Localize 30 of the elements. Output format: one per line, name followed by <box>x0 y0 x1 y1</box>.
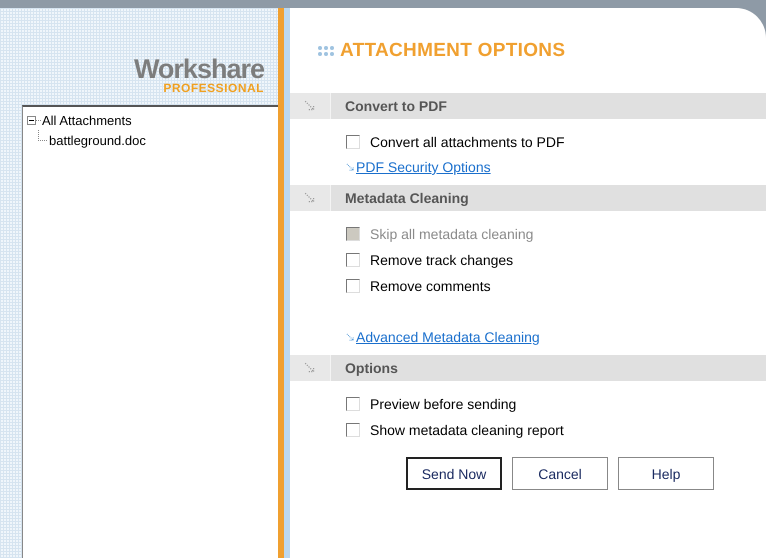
checkbox[interactable] <box>346 135 360 149</box>
section-header: Options <box>344 359 398 378</box>
arrow-icon <box>346 332 355 342</box>
logo: Workshare PROFESSIONAL <box>132 53 265 97</box>
dots-icon <box>318 46 334 56</box>
tree-item[interactable]: battleground.doc <box>49 132 146 148</box>
arrow-icon <box>304 100 316 112</box>
checkbox-label: Preview before sending <box>370 396 516 412</box>
checkbox-label: Convert all attachments to PDF <box>370 134 565 150</box>
checkbox-label: Remove comments <box>370 278 491 294</box>
page-title: ATTACHMENT OPTIONS <box>340 40 566 62</box>
section-header: Metadata Cleaning <box>344 189 469 208</box>
dialog-button[interactable]: Cancel <box>512 457 608 490</box>
checkbox-label: Skip all metadata cleaning <box>370 226 534 242</box>
section-header: Convert to PDF <box>344 97 447 116</box>
checkbox[interactable] <box>346 423 360 437</box>
link[interactable]: PDF Security Options <box>356 159 491 175</box>
checkbox-label: Remove track changes <box>370 252 514 268</box>
arrow-icon <box>346 162 355 172</box>
arrow-icon <box>304 362 316 374</box>
checkbox[interactable] <box>346 279 360 293</box>
tree-item[interactable]: All Attachments <box>42 112 132 128</box>
link[interactable]: Advanced Metadata Cleaning <box>356 329 540 345</box>
arrow-icon <box>304 192 316 204</box>
checkbox[interactable] <box>346 397 360 411</box>
dialog-button[interactable]: Help <box>618 457 714 490</box>
dialog-button[interactable]: Send Now <box>406 457 502 490</box>
collapse-icon[interactable] <box>27 116 36 124</box>
checkbox[interactable] <box>346 253 360 267</box>
checkbox-label: Show metadata cleaning report <box>370 422 564 438</box>
